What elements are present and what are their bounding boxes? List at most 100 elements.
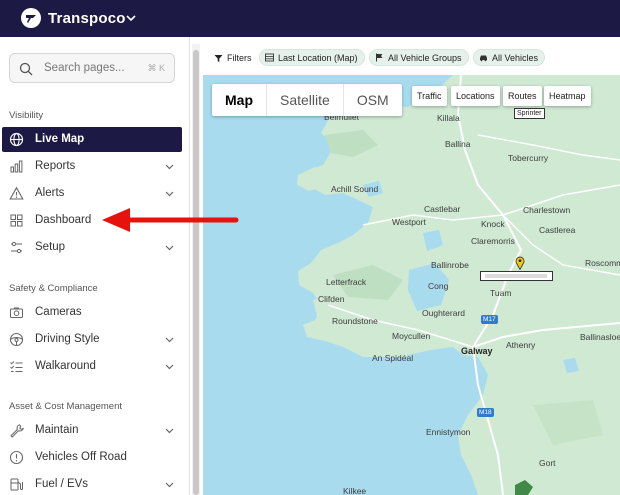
sidebar-item-label: Setup bbox=[35, 241, 66, 253]
sidebar-item-maintain[interactable]: Maintain bbox=[2, 418, 182, 443]
place-label: Clifden bbox=[318, 294, 345, 304]
search-icon bbox=[19, 62, 33, 76]
place-label: Galway bbox=[461, 346, 493, 356]
bar-chart-icon bbox=[10, 160, 23, 173]
sidebar-item-walkaround[interactable]: Walkaround bbox=[2, 354, 182, 379]
fuel-icon bbox=[10, 478, 23, 491]
sidebar-item-vehicles-off-road[interactable]: Vehicles Off Road bbox=[2, 445, 182, 470]
map-type-map[interactable]: Map bbox=[212, 84, 267, 116]
place-label: Knock bbox=[481, 219, 505, 229]
place-label: Achill Sound bbox=[331, 184, 379, 194]
grid-icon bbox=[10, 214, 23, 227]
filter-bar: Filters Last Location (Map) All Vehicle … bbox=[202, 46, 620, 70]
vehicle-label[interactable] bbox=[480, 271, 553, 281]
sliders-icon bbox=[11, 241, 22, 254]
place-label: Athenry bbox=[506, 340, 536, 350]
transpoco-logo-icon bbox=[21, 8, 41, 28]
sidebar-item-label: Cameras bbox=[35, 306, 82, 318]
car-icon bbox=[480, 55, 487, 62]
alert-circle-icon bbox=[9, 450, 24, 465]
filters-label: Filters bbox=[227, 53, 252, 63]
chevron-down-icon[interactable] bbox=[124, 11, 138, 25]
place-label: Ennistymon bbox=[426, 427, 471, 437]
map-type-switcher: Map Satellite OSM bbox=[212, 84, 402, 116]
traffic-button[interactable]: Traffic bbox=[412, 86, 447, 106]
place-label: Letterfrack bbox=[326, 277, 367, 287]
search-shortcut: ⌘ K bbox=[147, 63, 165, 73]
place-label: Ballina bbox=[445, 139, 471, 149]
map-type-satellite[interactable]: Satellite bbox=[267, 84, 344, 116]
chevron-down-icon bbox=[165, 191, 174, 197]
sidebar-item-label: Maintain bbox=[35, 424, 79, 436]
vehicle-label-redacted bbox=[485, 274, 547, 278]
place-label: An Spidéal bbox=[372, 353, 414, 363]
place-label: Killala bbox=[437, 113, 460, 123]
filter-chip-vehicle-groups[interactable]: All Vehicle Groups bbox=[369, 49, 469, 66]
chip-label: Last Location (Map) bbox=[278, 52, 358, 63]
sidebar-item-live-map[interactable]: Live Map bbox=[2, 127, 182, 152]
routes-button[interactable]: Routes bbox=[503, 86, 542, 106]
search-input[interactable]: Search pages... ⌘ K bbox=[9, 53, 175, 83]
chip-label: All Vehicle Groups bbox=[388, 52, 462, 63]
annotation-arrow-icon bbox=[102, 208, 239, 232]
filter-chip-vehicles[interactable]: All Vehicles bbox=[473, 49, 546, 66]
filters-button[interactable]: Filters bbox=[214, 53, 252, 63]
chevron-down-icon bbox=[165, 245, 174, 251]
filter-chip-last-location[interactable]: Last Location (Map) bbox=[259, 49, 365, 66]
chevron-down-icon bbox=[165, 364, 174, 370]
wrench-icon bbox=[10, 424, 24, 438]
brand[interactable]: Transpoco bbox=[20, 7, 126, 29]
place-label: Tobercurry bbox=[508, 153, 549, 163]
sidebar-item-fuel[interactable]: Fuel / EVs bbox=[2, 472, 182, 495]
steering-wheel-icon bbox=[9, 332, 24, 347]
place-label: Gort bbox=[539, 458, 556, 468]
sidebar-item-label: Live Map bbox=[35, 133, 85, 145]
search-placeholder: Search pages... bbox=[44, 62, 125, 74]
road-badge-m18: M18 bbox=[477, 408, 494, 417]
sidebar-item-setup[interactable]: Setup bbox=[2, 235, 182, 260]
vehicle-tooltip: Sprinter bbox=[514, 108, 545, 119]
place-label: Charlestown bbox=[523, 205, 571, 215]
section-title-asset: Asset & Cost Management bbox=[9, 401, 122, 412]
place-label: Tuam bbox=[490, 288, 512, 298]
map-base bbox=[297, 75, 620, 495]
chevron-down-icon bbox=[165, 164, 174, 170]
warning-icon bbox=[9, 186, 24, 200]
place-label: Claremorris bbox=[471, 236, 515, 246]
sidebar-item-label: Driving Style bbox=[35, 333, 100, 345]
sidebar-item-alerts[interactable]: Alerts bbox=[2, 181, 182, 206]
map-type-osm[interactable]: OSM bbox=[344, 84, 402, 116]
road-badge-m17: M17 bbox=[481, 315, 498, 324]
chip-label: All Vehicles bbox=[492, 52, 539, 63]
sidebar-scrollbar-thumb[interactable] bbox=[193, 50, 199, 495]
live-map[interactable]: Belmullet Killala Ballina Tobercurry Ach… bbox=[203, 75, 620, 495]
place-label: Roscommon bbox=[585, 258, 620, 268]
chevron-down-icon bbox=[165, 337, 174, 343]
sidebar-item-label: Alerts bbox=[35, 187, 65, 199]
chevron-down-icon bbox=[165, 428, 174, 434]
place-label: Cong bbox=[428, 281, 449, 291]
place-label: Westport bbox=[392, 217, 426, 227]
place-label: Ballinrobe bbox=[431, 260, 469, 270]
checklist-icon bbox=[10, 361, 23, 372]
place-label: Roundstone bbox=[332, 316, 378, 326]
place-label: Moycullen bbox=[392, 331, 431, 341]
sidebar-item-label: Reports bbox=[35, 160, 76, 172]
locations-button[interactable]: Locations bbox=[451, 86, 500, 106]
chevron-down-icon bbox=[165, 482, 174, 488]
sidebar-item-reports[interactable]: Reports bbox=[2, 154, 182, 179]
sidebar-item-label: Walkaround bbox=[35, 360, 96, 372]
filter-icon bbox=[214, 54, 223, 62]
sidebar-item-cameras[interactable]: Cameras bbox=[2, 300, 182, 325]
section-title-safety: Safety & Compliance bbox=[9, 283, 98, 294]
camera-icon bbox=[10, 307, 23, 318]
sidebar-item-label: Dashboard bbox=[35, 214, 92, 226]
vehicle-pin-icon[interactable] bbox=[515, 256, 525, 270]
flag-icon bbox=[376, 53, 383, 62]
section-title-visibility: Visibility bbox=[9, 110, 44, 121]
place-label: Kilkee bbox=[343, 486, 367, 495]
sidebar-item-driving-style[interactable]: Driving Style bbox=[2, 327, 182, 352]
sidebar-item-label: Vehicles Off Road bbox=[35, 451, 127, 463]
brand-name: Transpoco bbox=[48, 9, 126, 27]
heatmap-button[interactable]: Heatmap bbox=[544, 86, 591, 106]
